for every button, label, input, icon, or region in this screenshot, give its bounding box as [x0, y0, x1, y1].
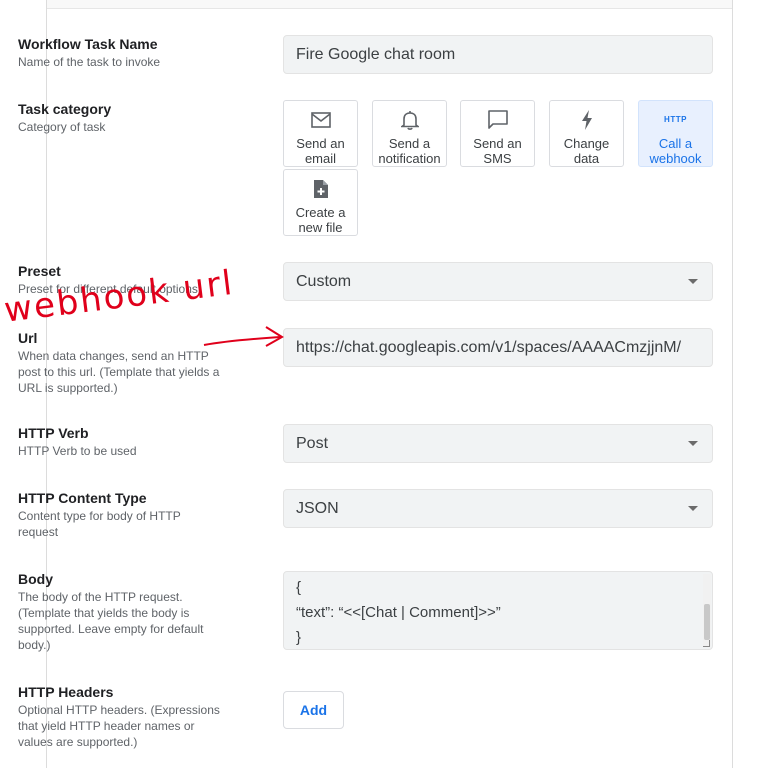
url-input[interactable]: https://chat.googleapis.com/v1/spaces/AA…: [283, 328, 713, 367]
task-name-label-group: Workflow Task Name Name of the task to i…: [18, 36, 223, 70]
category-create-file[interactable]: Create a new file: [283, 169, 358, 236]
body-line: }: [296, 629, 302, 646]
chevron-down-icon: [688, 441, 698, 446]
resize-handle-icon[interactable]: [703, 640, 710, 647]
chevron-down-icon: [688, 279, 698, 284]
url-label: Url: [18, 330, 38, 346]
preset-select[interactable]: Custom: [283, 262, 713, 301]
body-label: Body: [18, 571, 53, 587]
category-send-sms-line1: Send an: [473, 136, 522, 151]
url-value: https://chat.googleapis.com/v1/spaces/AA…: [296, 338, 682, 356]
category-send-notification[interactable]: Send a notification: [372, 100, 447, 167]
category-change-data[interactable]: Change data: [549, 100, 624, 167]
content-type-desc: Content type for body of HTTP request: [18, 509, 181, 539]
task-name-label: Workflow Task Name: [18, 36, 158, 52]
category-send-email-line2: email: [304, 151, 337, 166]
task-category-desc: Category of task: [18, 120, 106, 134]
category-send-email-line1: Send an: [296, 136, 345, 151]
category-send-notification-line1: Send a: [388, 136, 431, 151]
chat-bubble-icon: [487, 109, 508, 130]
headers-label: HTTP Headers: [18, 684, 114, 700]
http-verb-label-group: HTTP Verb HTTP Verb to be used: [18, 425, 223, 459]
annotation-arrow-icon: [203, 326, 284, 347]
chevron-down-icon: [688, 506, 698, 511]
category-call-webhook-line2: webhook: [649, 151, 702, 166]
mail-icon: [310, 109, 331, 130]
body-scrollbar-thumb[interactable]: [704, 604, 710, 640]
content-type-label-group: HTTP Content Type Content type for body …: [18, 490, 223, 540]
category-send-sms-line2: SMS: [483, 151, 512, 166]
task-name-input[interactable]: Fire Google chat room: [283, 35, 713, 74]
bell-icon: [400, 109, 419, 130]
content-type-label: HTTP Content Type: [18, 490, 147, 506]
card-header-strip: [47, 0, 732, 9]
category-create-file-line1: Create a: [295, 205, 346, 220]
category-send-email[interactable]: Send an email: [283, 100, 358, 167]
url-desc: When data changes, send an HTTP post to …: [18, 349, 220, 395]
task-name-value: Fire Google chat room: [296, 45, 456, 63]
category-call-webhook-line1: Call a: [658, 136, 693, 151]
preset-value: Custom: [296, 272, 352, 290]
body-desc: The body of the HTTP request. (Template …: [18, 590, 204, 652]
http-icon: HTTP: [664, 115, 687, 124]
task-category-label-group: Task category Category of task: [18, 101, 223, 135]
new-file-icon: [313, 178, 329, 199]
category-change-data-line2: data: [573, 151, 600, 166]
task-name-desc: Name of the task to invoke: [18, 55, 161, 69]
http-verb-label: HTTP Verb: [18, 425, 89, 441]
body-scrollbar[interactable]: [703, 574, 711, 646]
category-send-notification-line2: notification: [378, 151, 441, 166]
http-verb-value: Post: [296, 434, 329, 452]
body-line: {: [296, 579, 302, 596]
category-create-file-line2: new file: [298, 220, 343, 235]
body-textarea[interactable]: { “text”: “<<[Chat | Comment]>>” }: [283, 571, 713, 650]
http-verb-desc: HTTP Verb to be used: [18, 444, 137, 458]
content-type-value: JSON: [296, 499, 339, 517]
http-verb-select[interactable]: Post: [283, 424, 713, 463]
body-line: “text”: “<<[Chat | Comment]>>”: [296, 604, 501, 621]
category-send-sms[interactable]: Send an SMS: [460, 100, 535, 167]
headers-label-group: HTTP Headers Optional HTTP headers. (Exp…: [18, 684, 223, 750]
body-label-group: Body The body of the HTTP request. (Temp…: [18, 571, 223, 653]
category-change-data-line1: Change: [563, 136, 610, 151]
task-category-label: Task category: [18, 101, 112, 117]
headers-desc: Optional HTTP headers. (Expressions that…: [18, 703, 220, 749]
add-header-button[interactable]: Add: [283, 691, 344, 729]
lightning-icon: [581, 109, 593, 130]
category-call-webhook[interactable]: HTTP Call a webhook: [638, 100, 713, 167]
url-label-group: Url When data changes, send an HTTP post…: [18, 330, 223, 396]
content-type-select[interactable]: JSON: [283, 489, 713, 528]
